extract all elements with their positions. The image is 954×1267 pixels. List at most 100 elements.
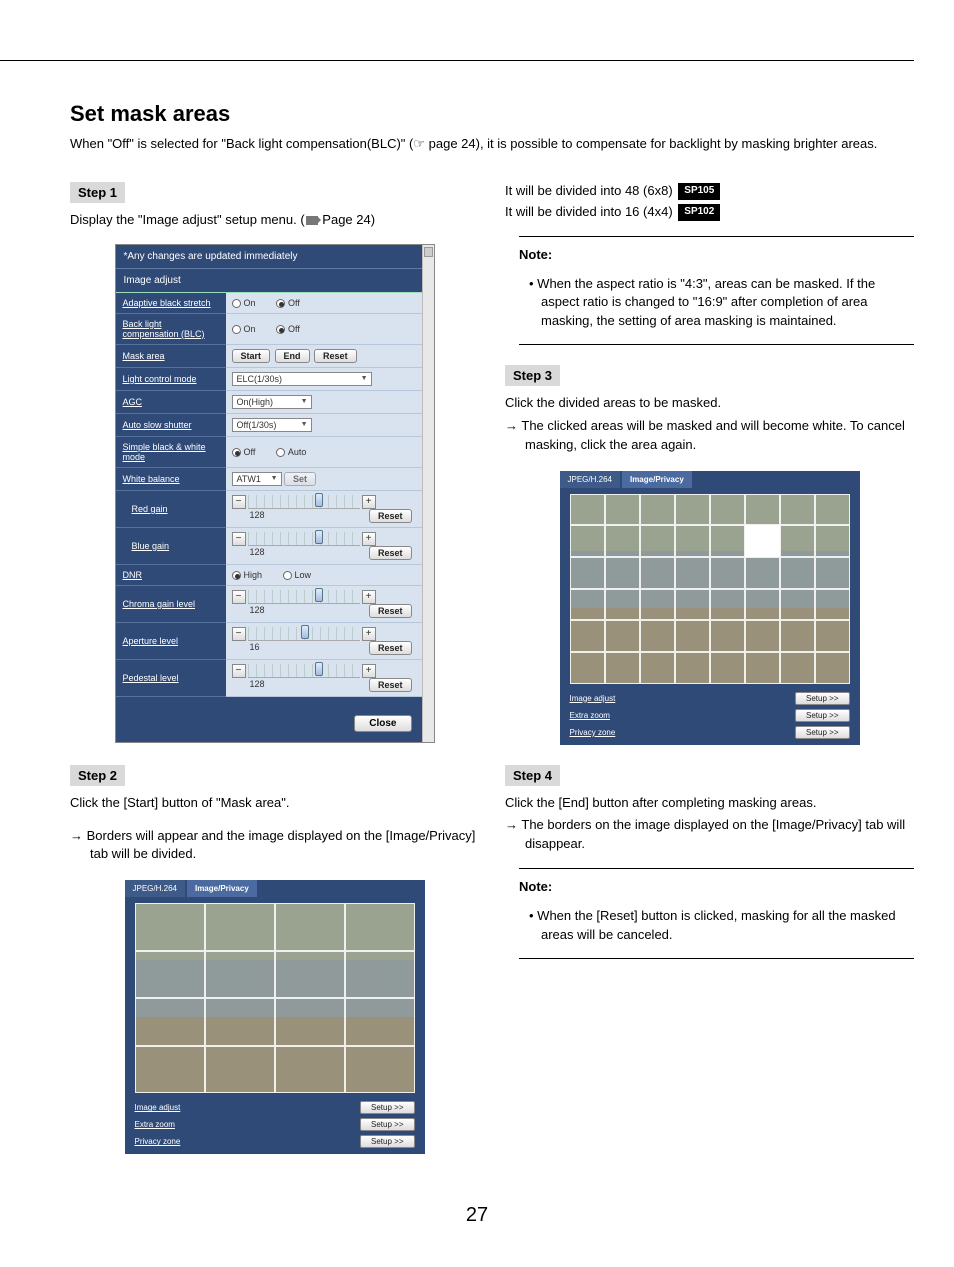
mask-cell[interactable] — [640, 557, 675, 589]
lcm-select[interactable]: ELC(1/30s) — [232, 372, 372, 386]
row-blc-label[interactable]: Back light compensation (BLC) — [116, 313, 226, 344]
mask-cell[interactable] — [640, 525, 675, 557]
cgl-slider[interactable] — [248, 590, 360, 604]
tab-jpeg[interactable]: JPEG/H.264 — [125, 880, 185, 897]
agc-select[interactable]: On(High) — [232, 395, 312, 409]
mask-cell[interactable] — [710, 494, 745, 526]
abs-off[interactable]: Off — [276, 298, 300, 308]
mask-cell[interactable] — [675, 652, 710, 684]
pdl-plus[interactable]: + — [362, 664, 376, 678]
mask-cell[interactable] — [570, 494, 605, 526]
mask-cell[interactable] — [815, 620, 850, 652]
mask-cell[interactable] — [780, 620, 815, 652]
mask-cell[interactable] — [675, 494, 710, 526]
p2-ez-setup[interactable]: Setup >> — [795, 709, 849, 722]
mask-cell[interactable] — [710, 525, 745, 557]
mask-start-button[interactable]: Start — [232, 349, 271, 363]
row-cgl-label[interactable]: Chroma gain level — [116, 585, 226, 622]
mask-end-button[interactable]: End — [275, 349, 310, 363]
row-bg-label[interactable]: Blue gain — [116, 527, 226, 564]
row-dnr-label[interactable]: DNR — [116, 564, 226, 585]
tab-image-privacy[interactable]: Image/Privacy — [187, 880, 257, 897]
mask-cell[interactable] — [640, 494, 675, 526]
tab-image-privacy-2[interactable]: Image/Privacy — [622, 471, 692, 488]
mask-cell[interactable] — [570, 557, 605, 589]
mask-cell[interactable] — [605, 652, 640, 684]
privacy-image-2[interactable] — [570, 494, 850, 684]
mask-cell[interactable] — [745, 589, 780, 621]
scrollbar-thumb[interactable] — [424, 247, 433, 257]
p1-ez[interactable]: Extra zoom — [135, 1120, 190, 1129]
mask-cell[interactable] — [780, 525, 815, 557]
p1-pz[interactable]: Privacy zone — [135, 1137, 190, 1146]
mask-cell[interactable] — [640, 620, 675, 652]
tab-jpeg-2[interactable]: JPEG/H.264 — [560, 471, 620, 488]
p2-pz[interactable]: Privacy zone — [570, 728, 625, 737]
cgl-reset[interactable]: Reset — [369, 604, 412, 618]
mask-cell[interactable] — [710, 557, 745, 589]
scrollbar[interactable] — [422, 245, 434, 742]
mask-cell[interactable] — [675, 525, 710, 557]
blc-on[interactable]: On — [232, 324, 256, 334]
row-apl-label[interactable]: Aperture level — [116, 622, 226, 659]
mask-cell[interactable] — [745, 494, 780, 526]
mask-cell[interactable] — [745, 652, 780, 684]
row-pdl-label[interactable]: Pedestal level — [116, 659, 226, 696]
apl-minus[interactable]: − — [232, 627, 246, 641]
sbw-auto[interactable]: Auto — [276, 447, 307, 457]
mask-cell[interactable] — [570, 652, 605, 684]
row-mask-label[interactable]: Mask area — [116, 344, 226, 367]
ass-select[interactable]: Off(1/30s) — [232, 418, 312, 432]
mask-cell[interactable] — [815, 494, 850, 526]
row-ass-label[interactable]: Auto slow shutter — [116, 413, 226, 436]
mask-cell[interactable] — [640, 652, 675, 684]
p1-pz-setup[interactable]: Setup >> — [360, 1135, 414, 1148]
apl-plus[interactable]: + — [362, 627, 376, 641]
mask-cell[interactable] — [815, 652, 850, 684]
bg-plus[interactable]: + — [362, 532, 376, 546]
mask-cell[interactable] — [605, 620, 640, 652]
cgl-plus[interactable]: + — [362, 590, 376, 604]
mask-cell[interactable] — [815, 525, 850, 557]
p1-ez-setup[interactable]: Setup >> — [360, 1118, 414, 1131]
sbw-off[interactable]: Off — [232, 447, 256, 457]
mask-cell[interactable] — [780, 557, 815, 589]
mask-cell[interactable] — [815, 589, 850, 621]
p2-ia-setup[interactable]: Setup >> — [795, 692, 849, 705]
mask-cell[interactable] — [675, 620, 710, 652]
dnr-low[interactable]: Low — [283, 570, 312, 580]
mask-cell[interactable] — [780, 589, 815, 621]
cgl-minus[interactable]: − — [232, 590, 246, 604]
p2-pz-setup[interactable]: Setup >> — [795, 726, 849, 739]
row-wb-label[interactable]: White balance — [116, 467, 226, 490]
rg-minus[interactable]: − — [232, 495, 246, 509]
dnr-high[interactable]: High — [232, 570, 263, 580]
mask-reset-button[interactable]: Reset — [314, 349, 357, 363]
mask-cell[interactable] — [605, 494, 640, 526]
mask-cell[interactable] — [570, 525, 605, 557]
mask-cell[interactable] — [745, 620, 780, 652]
mask-cell[interactable] — [780, 652, 815, 684]
blc-off[interactable]: Off — [276, 324, 300, 334]
bg-slider[interactable] — [248, 532, 360, 546]
row-abs-label[interactable]: Adaptive black stretch — [116, 292, 226, 313]
mask-cell[interactable] — [675, 557, 710, 589]
mask-cell[interactable] — [675, 589, 710, 621]
rg-slider[interactable] — [248, 495, 360, 509]
mask-cell[interactable] — [640, 589, 675, 621]
mask-cell[interactable] — [780, 494, 815, 526]
pdl-minus[interactable]: − — [232, 664, 246, 678]
apl-reset[interactable]: Reset — [369, 641, 412, 655]
abs-on[interactable]: On — [232, 298, 256, 308]
wb-select[interactable]: ATW1 — [232, 472, 282, 486]
mask-cell[interactable] — [710, 652, 745, 684]
mask-cell[interactable] — [605, 525, 640, 557]
pdl-reset[interactable]: Reset — [369, 678, 412, 692]
mask-cell[interactable] — [605, 557, 640, 589]
row-sbw-label[interactable]: Simple black & white mode — [116, 436, 226, 467]
wb-set-button[interactable]: Set — [284, 472, 316, 486]
bg-reset[interactable]: Reset — [369, 546, 412, 560]
mask-cell[interactable] — [570, 589, 605, 621]
rg-plus[interactable]: + — [362, 495, 376, 509]
bg-minus[interactable]: − — [232, 532, 246, 546]
